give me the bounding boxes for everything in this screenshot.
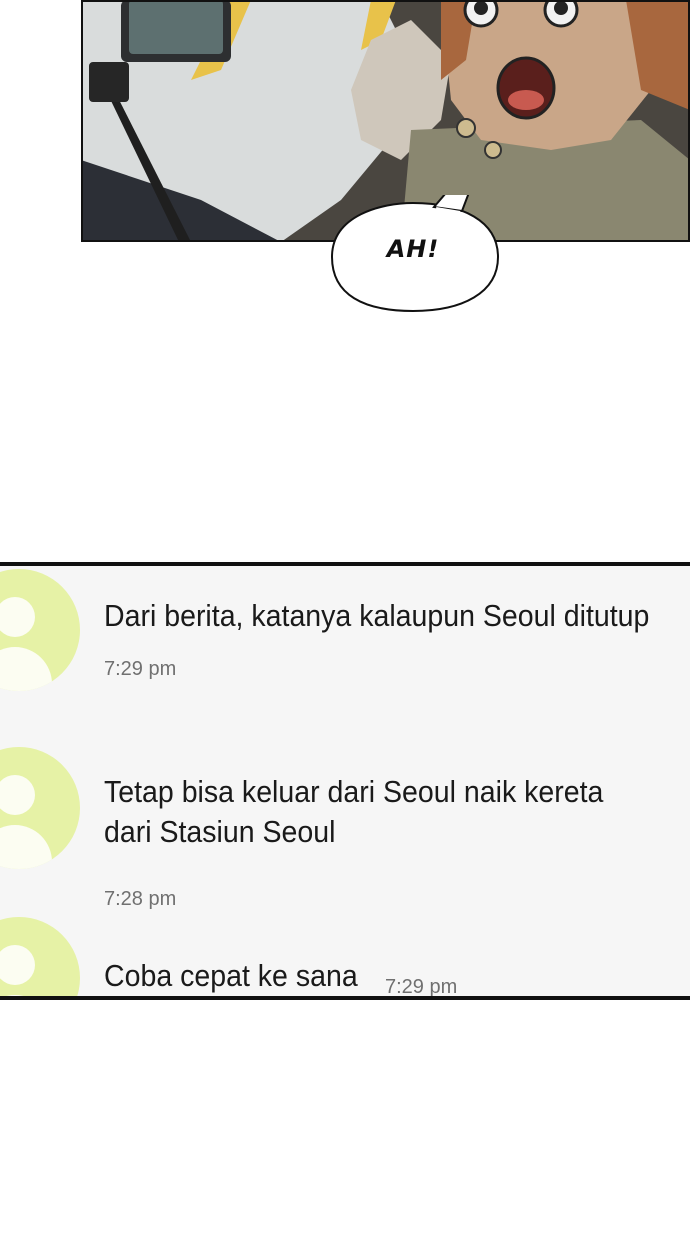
chat-panel: Dari berita, katanya kalaupun Seoul ditu…: [0, 562, 690, 1000]
message-text: Coba cepat ke sana: [104, 958, 358, 993]
avatar-head-icon: [0, 945, 35, 985]
avatar-head-icon: [0, 775, 35, 815]
speech-bubble: AH!: [322, 195, 504, 315]
message-time: 7:29 pm: [104, 658, 177, 680]
avatar-body-icon: [0, 647, 52, 691]
avatar-head-icon: [0, 597, 35, 637]
message-text: dari Stasiun Seoul: [104, 814, 336, 849]
avatar: [0, 747, 80, 869]
avatar-body-icon: [0, 995, 52, 996]
message-text: Dari berita, katanya kalaupun Seoul ditu…: [104, 598, 650, 633]
avatar: [0, 569, 80, 691]
avatar-body-icon: [0, 825, 52, 869]
speech-bubble-text: AH!: [386, 235, 440, 263]
avatar: [0, 917, 80, 996]
message-time: 7:28 pm: [104, 888, 177, 910]
message-time: 7:29 pm: [385, 976, 458, 998]
message-text: Tetap bisa keluar dari Seoul naik kereta: [104, 774, 604, 809]
